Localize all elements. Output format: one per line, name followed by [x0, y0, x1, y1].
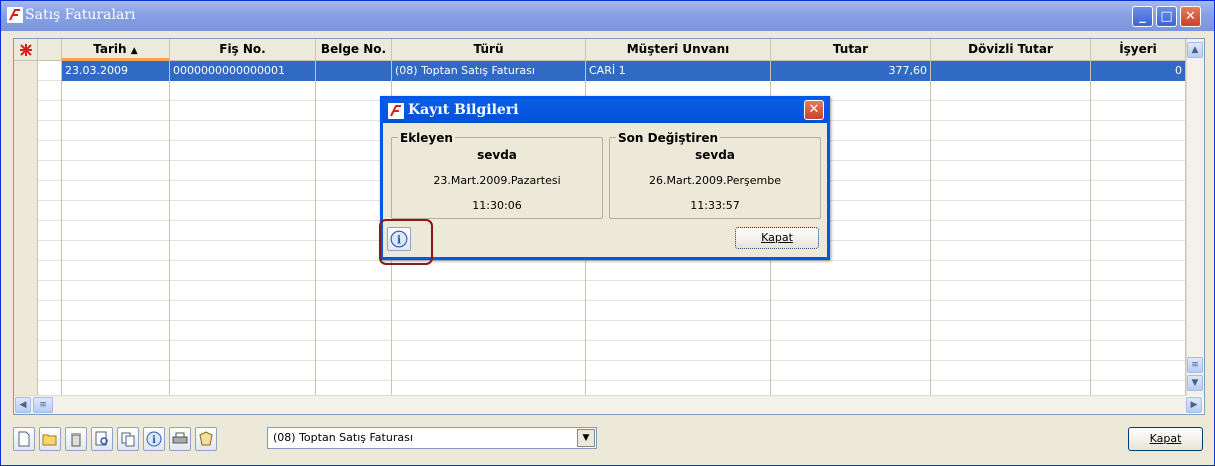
- vertical-scrollbar[interactable]: ▲ ≡ ▼: [1186, 39, 1204, 396]
- cell-tarih[interactable]: 23.03.2009: [62, 61, 170, 81]
- empty-row[interactable]: [14, 341, 1186, 361]
- column-header-dovizli-tutar[interactable]: Dövizli Tutar: [931, 39, 1091, 61]
- info-button[interactable]: i: [143, 427, 165, 451]
- minimize-button[interactable]: _: [1132, 6, 1153, 27]
- column-chooser-icon[interactable]: [14, 39, 38, 61]
- dialog-close-button[interactable]: Kapat: [735, 227, 819, 249]
- window-title: Satış Faturaları: [25, 7, 136, 23]
- added-by-legend: Ekleyen: [398, 131, 455, 145]
- added-by-date: 23.Mart.2009.Pazartesi: [433, 174, 561, 187]
- added-by-time: 11:30:06: [472, 199, 522, 212]
- column-header-fis-no[interactable]: Fiş No.: [170, 39, 316, 61]
- column-header-tutar[interactable]: Tutar: [771, 39, 931, 61]
- preview-button[interactable]: [91, 427, 113, 451]
- delete-button[interactable]: [65, 427, 87, 451]
- modified-by-user: sevda: [695, 148, 735, 162]
- chevron-down-icon[interactable]: ▼: [577, 429, 595, 447]
- record-info-dialog: Kayıt Bilgileri ✕ Ekleyen sevda 23.Mart.…: [380, 96, 830, 260]
- cell-musteri-unvani[interactable]: CARİ 1: [586, 61, 771, 81]
- scroll-thumb[interactable]: ≡: [1187, 357, 1203, 373]
- column-header-isyeri[interactable]: İşyeri: [1091, 39, 1186, 61]
- trash-icon: [71, 433, 81, 447]
- column-header-tarih[interactable]: Tarih ▲: [62, 39, 170, 61]
- sales-invoices-window: Satış Faturaları _ □ ✕ Tarih ▲ Fiş No. B…: [0, 0, 1215, 466]
- horizontal-scrollbar[interactable]: ◀ ≡ ▶: [14, 395, 1202, 414]
- empty-row[interactable]: [14, 261, 1186, 281]
- window-titlebar[interactable]: Satış Faturaları _ □ ✕: [1, 1, 1214, 31]
- cell-isyeri[interactable]: 0: [1091, 61, 1186, 81]
- preview-icon: [95, 431, 108, 446]
- filter-button[interactable]: [195, 427, 217, 451]
- scroll-right-button[interactable]: ▶: [1186, 397, 1202, 413]
- invoice-type-select[interactable]: (08) Toptan Satış Faturası ▼: [267, 427, 597, 449]
- column-header-turu[interactable]: Türü: [392, 39, 586, 61]
- info-button-highlight: [379, 219, 433, 265]
- new-document-icon: [18, 431, 30, 447]
- close-button[interactable]: Kapat: [1128, 427, 1203, 451]
- scroll-left-button[interactable]: ◀: [15, 397, 31, 413]
- app-icon: [388, 103, 404, 119]
- svg-text:i: i: [152, 435, 156, 446]
- print-button[interactable]: [169, 427, 191, 451]
- copy-button[interactable]: [117, 427, 139, 451]
- maximize-button[interactable]: □: [1156, 6, 1177, 27]
- empty-row[interactable]: [14, 361, 1186, 381]
- empty-row[interactable]: [14, 321, 1186, 341]
- added-by-group: Ekleyen sevda 23.Mart.2009.Pazartesi 11:…: [391, 131, 603, 219]
- open-button[interactable]: [39, 427, 61, 451]
- added-by-user: sevda: [477, 148, 517, 162]
- modified-by-date: 26.Mart.2009.Perşembe: [648, 174, 782, 187]
- cell-tutar[interactable]: 377,60: [771, 61, 931, 81]
- scroll-down-button[interactable]: ▼: [1187, 375, 1203, 391]
- column-header-belge-no[interactable]: Belge No.: [316, 39, 392, 61]
- grid-header: Tarih ▲ Fiş No. Belge No. Türü Müşteri U…: [14, 39, 1186, 61]
- copy-icon: [121, 432, 135, 447]
- cell-belge-no[interactable]: [316, 61, 392, 81]
- cell-dovizli-tutar[interactable]: [931, 61, 1091, 81]
- close-dialog-button[interactable]: ✕: [804, 100, 824, 120]
- close-window-button[interactable]: ✕: [1180, 6, 1201, 27]
- horizontal-scroll-thumb[interactable]: ≡: [33, 397, 53, 413]
- scroll-up-button[interactable]: ▲: [1187, 42, 1203, 58]
- modified-by-group: Son Değiştiren sevda 26.Mart.2009.Perşem…: [609, 131, 821, 219]
- printer-icon: [172, 432, 188, 444]
- filter-icon: [199, 431, 213, 446]
- empty-row[interactable]: [14, 301, 1186, 321]
- dialog-title: Kayıt Bilgileri: [408, 102, 519, 118]
- app-icon: [7, 7, 23, 23]
- table-row[interactable]: 23.03.2009 0000000000000001 (08) Toptan …: [14, 61, 1186, 81]
- cell-fis-no[interactable]: 0000000000000001: [170, 61, 316, 81]
- cell-turu[interactable]: (08) Toptan Satış Faturası: [392, 61, 586, 81]
- modified-by-legend: Son Değiştiren: [616, 131, 721, 145]
- column-header-musteri-unvani[interactable]: Müşteri Unvanı: [586, 39, 771, 61]
- new-document-button[interactable]: [13, 427, 35, 451]
- dialog-titlebar[interactable]: Kayıt Bilgileri ✕: [383, 99, 827, 123]
- info-icon: i: [146, 431, 162, 447]
- sort-ascending-icon: ▲: [130, 46, 138, 56]
- empty-row[interactable]: [14, 281, 1186, 301]
- open-folder-icon: [42, 434, 57, 446]
- modified-by-time: 11:33:57: [690, 199, 740, 212]
